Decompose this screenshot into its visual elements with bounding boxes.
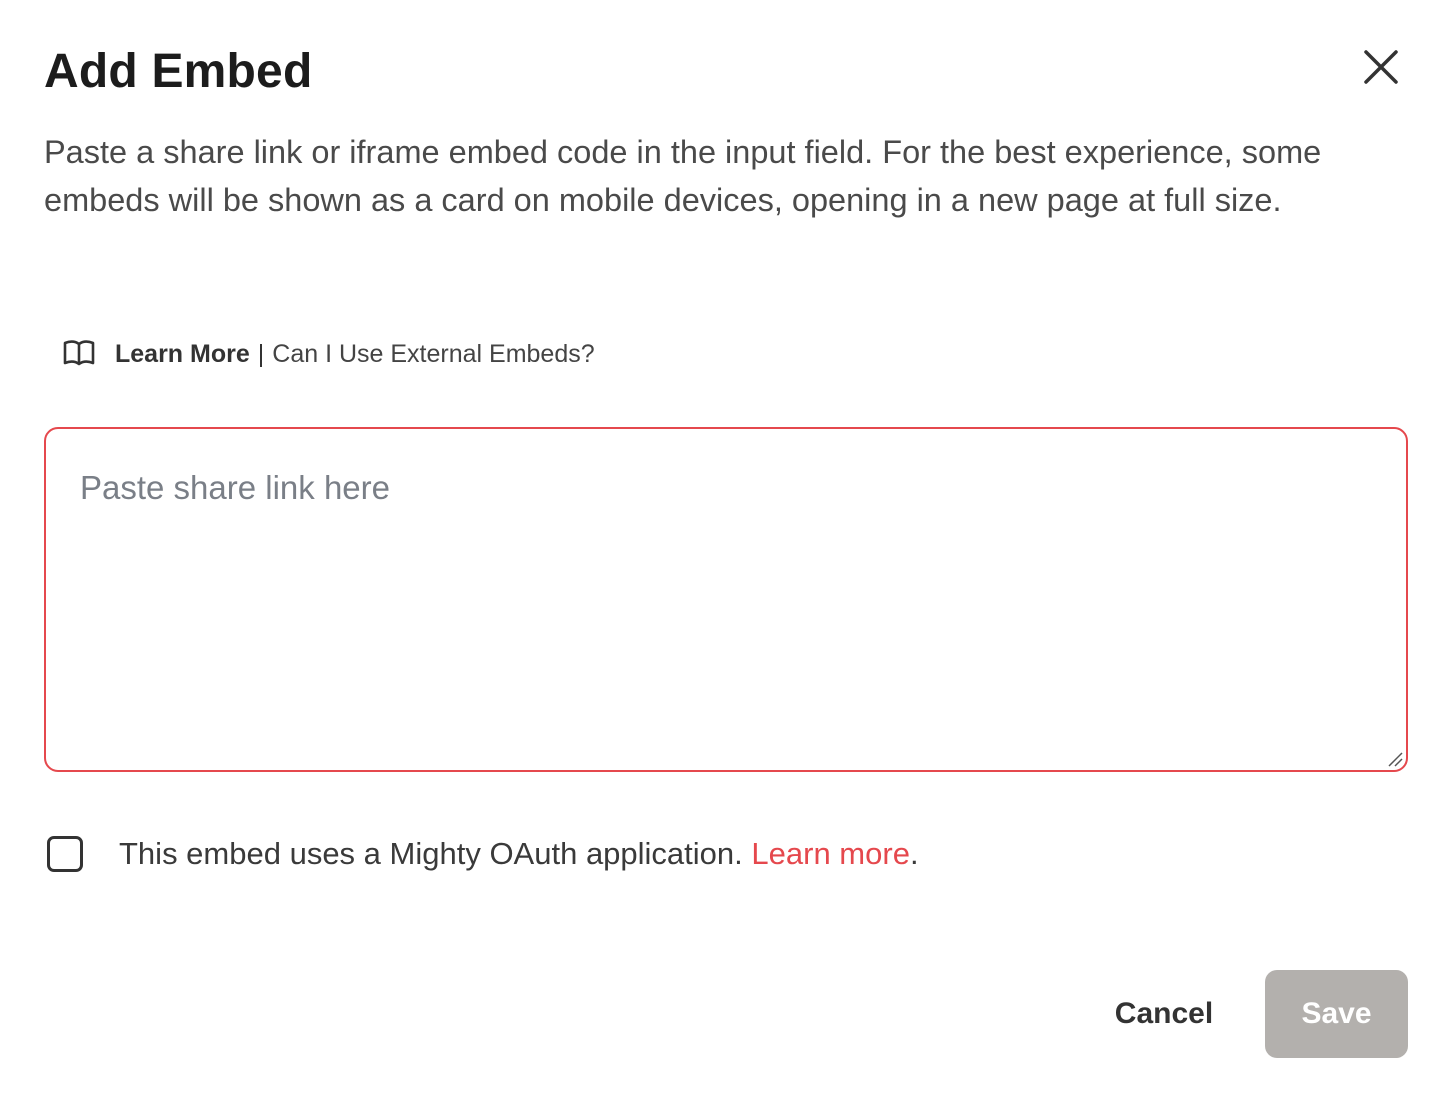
oauth-checkbox[interactable] xyxy=(47,836,83,872)
oauth-learn-more-link[interactable]: Learn more xyxy=(751,836,910,871)
close-button[interactable] xyxy=(1358,44,1404,90)
modal-title: Add Embed xyxy=(44,45,313,98)
oauth-option-row: This embed uses a Mighty OAuth applicati… xyxy=(47,834,919,874)
learn-more-row: Learn More | Can I Use External Embeds? xyxy=(62,336,595,372)
external-embeds-link[interactable]: Can I Use External Embeds? xyxy=(272,340,594,369)
learn-more-label: Learn More xyxy=(115,339,250,368)
oauth-label-trailing: . xyxy=(909,836,919,871)
resize-handle-icon[interactable] xyxy=(1386,750,1404,768)
learn-more-separator: | xyxy=(257,339,265,368)
embed-link-input[interactable] xyxy=(46,429,1406,770)
embed-input-container xyxy=(44,427,1408,772)
cancel-button[interactable]: Cancel xyxy=(1098,970,1230,1058)
oauth-checkbox-label: This embed uses a Mighty OAuth applicati… xyxy=(119,836,919,872)
oauth-label-text: This embed uses a Mighty OAuth applicati… xyxy=(119,836,743,871)
add-embed-modal: Add Embed Paste a share link or iframe e… xyxy=(0,0,1454,1100)
save-button[interactable]: Save xyxy=(1265,970,1408,1058)
close-icon xyxy=(1364,50,1398,84)
book-icon xyxy=(62,339,96,369)
modal-description: Paste a share link or iframe embed code … xyxy=(44,134,1322,218)
